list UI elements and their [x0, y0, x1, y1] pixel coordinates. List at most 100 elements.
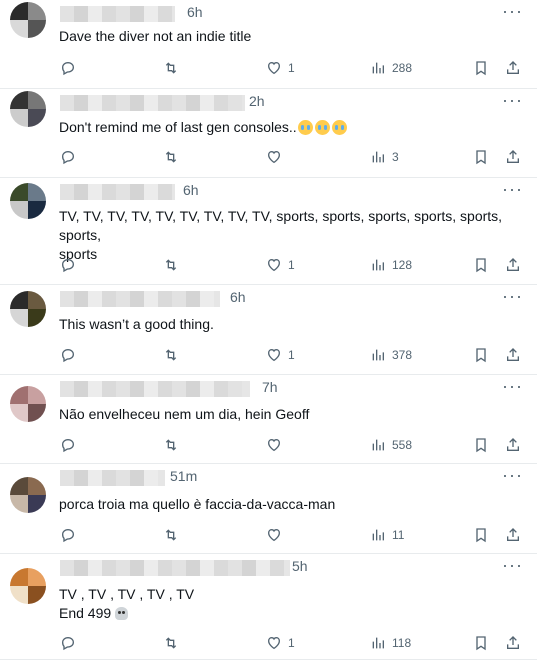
- views-button[interactable]: 128: [370, 255, 412, 275]
- avatar[interactable]: [10, 2, 46, 38]
- bookmark-button[interactable]: [473, 525, 489, 545]
- retweet-icon: [163, 347, 179, 363]
- like-button[interactable]: 1: [266, 345, 295, 365]
- retweet-icon: [163, 257, 179, 273]
- tweet-timestamp[interactable]: 7h: [262, 379, 278, 395]
- tweet-text-content: porca troia ma quello è faccia-da-vacca-…: [59, 496, 336, 512]
- reply-button[interactable]: [60, 633, 76, 653]
- bookmark-icon: [473, 149, 489, 165]
- tweet-reply[interactable]: 6h ··· TV, TV, TV, TV, TV, TV, TV, TV, TV,…: [0, 178, 537, 285]
- like-button[interactable]: [266, 435, 288, 455]
- heart-icon: [266, 635, 282, 651]
- bookmark-icon: [473, 527, 489, 543]
- author-name-redacted[interactable]: [60, 95, 245, 111]
- share-button[interactable]: [505, 435, 521, 455]
- tweet-timestamp[interactable]: 6h: [183, 182, 199, 198]
- retweet-button[interactable]: [163, 147, 179, 167]
- views-button[interactable]: 558: [370, 435, 412, 455]
- reply-button[interactable]: [60, 255, 76, 275]
- retweet-icon: [163, 60, 179, 76]
- bookmark-button[interactable]: [473, 255, 489, 275]
- like-button[interactable]: [266, 147, 288, 167]
- retweet-button[interactable]: [163, 255, 179, 275]
- avatar[interactable]: [10, 477, 46, 513]
- views-button[interactable]: 288: [370, 58, 412, 78]
- bookmark-button[interactable]: [473, 345, 489, 365]
- more-icon[interactable]: ···: [502, 179, 523, 200]
- tweet-actions: 1 118: [0, 633, 537, 653]
- bookmark-button[interactable]: [473, 147, 489, 167]
- more-icon[interactable]: ···: [502, 1, 523, 22]
- tweet-reply[interactable]: 6h ··· This wasn’t a good thing. 1 378: [0, 285, 537, 375]
- reply-button[interactable]: [60, 345, 76, 365]
- like-button[interactable]: [266, 525, 288, 545]
- share-button[interactable]: [505, 147, 521, 167]
- share-icon: [505, 635, 521, 651]
- crying-emoji-icon: [331, 120, 347, 135]
- author-name-redacted[interactable]: [60, 470, 165, 486]
- heart-icon: [266, 347, 282, 363]
- bookmark-button[interactable]: [473, 435, 489, 455]
- views-button[interactable]: 3: [370, 147, 399, 167]
- author-name-redacted[interactable]: [60, 184, 175, 200]
- author-name-redacted[interactable]: [60, 6, 175, 22]
- author-name-redacted[interactable]: [60, 381, 250, 397]
- tweet-reply[interactable]: 6h ··· Dave the diver not an indie title 1 2…: [0, 0, 537, 89]
- tweet-timestamp[interactable]: 51m: [170, 468, 197, 484]
- tweet-reply[interactable]: 7h ··· Não envelheceu nem um dia, hein Geo…: [0, 375, 537, 464]
- share-icon: [505, 149, 521, 165]
- avatar[interactable]: [10, 386, 46, 422]
- share-button[interactable]: [505, 525, 521, 545]
- tweet-text: This wasn’t a good thing.: [59, 315, 514, 334]
- tweet-timestamp[interactable]: 6h: [187, 4, 203, 20]
- tweet-text-content: Dave the diver not an indie title: [59, 28, 252, 44]
- reply-button[interactable]: [60, 435, 76, 455]
- views-button[interactable]: 118: [370, 633, 411, 653]
- views-count: 118: [392, 636, 412, 650]
- avatar[interactable]: [10, 568, 46, 604]
- reply-button[interactable]: [60, 58, 76, 78]
- reply-icon: [60, 635, 76, 651]
- retweet-button[interactable]: [163, 633, 179, 653]
- bookmark-button[interactable]: [473, 633, 489, 653]
- retweet-icon: [163, 635, 179, 651]
- like-button[interactable]: 1: [266, 633, 295, 653]
- views-icon: [370, 527, 386, 543]
- tweet-timestamp[interactable]: 6h: [230, 289, 246, 305]
- avatar[interactable]: [10, 91, 46, 127]
- more-icon[interactable]: ···: [502, 90, 523, 111]
- retweet-button[interactable]: [163, 525, 179, 545]
- author-name-redacted[interactable]: [60, 291, 220, 307]
- likes-count: 1: [288, 61, 295, 75]
- more-icon[interactable]: ···: [502, 465, 523, 486]
- tweet-reply[interactable]: 5h ··· TV , TV , TV , TV , TV End 499 1 118: [0, 554, 537, 660]
- bookmark-button[interactable]: [473, 58, 489, 78]
- crying-emoji-icon: [297, 120, 313, 135]
- more-icon[interactable]: ···: [502, 376, 523, 397]
- retweet-button[interactable]: [163, 345, 179, 365]
- avatar[interactable]: [10, 183, 46, 219]
- share-button[interactable]: [505, 255, 521, 275]
- tweet-text: Don't remind me of last gen consoles..: [59, 118, 514, 137]
- reply-button[interactable]: [60, 147, 76, 167]
- like-button[interactable]: 1: [266, 255, 295, 275]
- share-button[interactable]: [505, 58, 521, 78]
- tweet-reply[interactable]: 51m ··· porca troia ma quello è faccia-da-…: [0, 464, 537, 554]
- reply-button[interactable]: [60, 525, 76, 545]
- tweet-reply[interactable]: 2h ··· Don't remind me of last gen console…: [0, 89, 537, 178]
- avatar[interactable]: [10, 291, 46, 327]
- author-name-redacted[interactable]: [60, 560, 290, 576]
- like-button[interactable]: 1: [266, 58, 295, 78]
- views-button[interactable]: 11: [370, 525, 404, 545]
- tweet-timestamp[interactable]: 2h: [249, 93, 265, 109]
- share-button[interactable]: [505, 633, 521, 653]
- share-button[interactable]: [505, 345, 521, 365]
- views-count: 288: [392, 61, 413, 75]
- tweet-actions: 558: [0, 435, 537, 455]
- views-button[interactable]: 378: [370, 345, 412, 365]
- more-icon[interactable]: ···: [502, 286, 523, 307]
- retweet-button[interactable]: [163, 435, 179, 455]
- retweet-button[interactable]: [163, 58, 179, 78]
- more-icon[interactable]: ···: [502, 555, 523, 576]
- tweet-timestamp[interactable]: 5h: [292, 558, 308, 574]
